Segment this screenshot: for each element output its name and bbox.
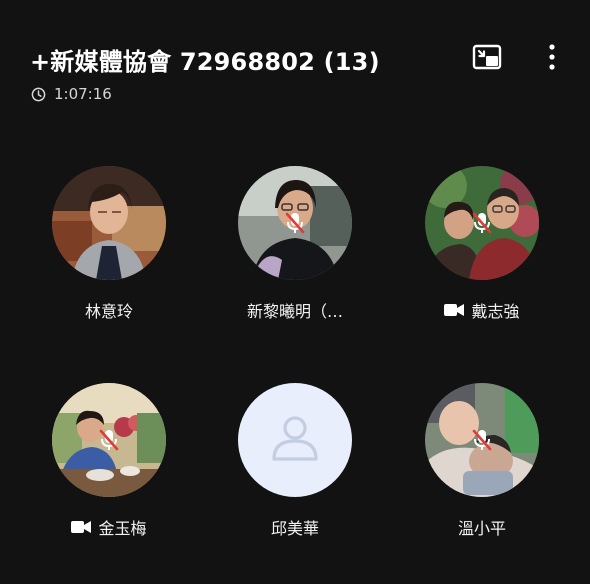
video-camera-icon — [444, 304, 465, 316]
video-camera-icon — [71, 521, 92, 533]
participant-name: 溫小平 — [457, 519, 506, 538]
participant-tile[interactable]: 溫小平 — [392, 383, 572, 563]
participant-name: 邱美華 — [270, 519, 319, 538]
participant-tile[interactable]: 林意玲 — [19, 166, 199, 346]
participant-tile[interactable]: 戴志強 — [392, 166, 572, 346]
participant-tile[interactable]: 新黎曦明（… — [205, 166, 385, 346]
participant-tile[interactable]: 邱美華 — [205, 383, 385, 563]
participant-name: 林意玲 — [84, 302, 133, 321]
participant-avatar — [238, 383, 352, 497]
participant-name: 戴志強 — [392, 298, 572, 322]
participant-grid: 林意玲 新黎曦明（… 戴志強 金玉梅 邱美華 溫小平 — [0, 0, 590, 584]
mute-icon — [285, 212, 305, 234]
mute-icon — [99, 429, 119, 451]
mute-icon — [472, 212, 492, 234]
mute-icon — [472, 429, 492, 451]
participant-tile[interactable]: 金玉梅 — [19, 383, 199, 563]
participant-name: 新黎曦明（… — [246, 302, 343, 321]
participant-name: 金玉梅 — [19, 515, 199, 539]
participant-avatar — [52, 166, 166, 280]
